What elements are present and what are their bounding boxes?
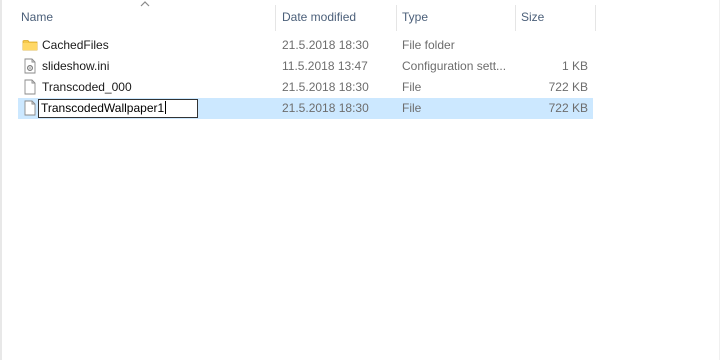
text-caret (165, 101, 167, 114)
settings-file-icon (24, 58, 36, 74)
file-size: 722 KB (548, 101, 588, 115)
file-row-slideshow[interactable]: slideshow.ini 11.5.2018 13:47 Configurat… (18, 56, 593, 77)
column-header-size[interactable]: Size (515, 0, 595, 34)
file-size (518, 35, 588, 56)
file-icon (24, 100, 36, 116)
file-type: Configuration sett... (402, 59, 507, 73)
file-date: 21.5.2018 18:30 (282, 101, 369, 115)
file-row-transcodedwallpaper1[interactable]: TranscodedWallpaper1 21.5.2018 18:30 Fil… (18, 98, 593, 119)
file-date: 21.5.2018 18:30 (282, 38, 369, 52)
column-header-name-label: Name (21, 10, 54, 24)
column-divider[interactable] (595, 5, 596, 31)
file-date: 11.5.2018 13:47 (282, 59, 368, 73)
file-row-transcoded-000[interactable]: Transcoded_000 21.5.2018 18:30 File 722 … (18, 77, 593, 98)
file-icon (24, 79, 36, 95)
file-name: Transcoded_000 (42, 80, 132, 94)
column-header-date-label: Date modified (282, 10, 357, 24)
column-header-type[interactable]: Type (396, 0, 514, 34)
file-name: slideshow.ini (42, 59, 110, 73)
rename-input-text: TranscodedWallpaper1 (41, 101, 165, 115)
column-header-name[interactable]: Name (15, 0, 275, 34)
file-size: 722 KB (548, 80, 588, 94)
file-type: File (402, 101, 422, 115)
column-header-bar: Name Date modified Type Size (0, 0, 720, 34)
file-type: File (402, 80, 422, 94)
folder-icon (22, 40, 38, 51)
rename-input[interactable]: TranscodedWallpaper1 (38, 99, 198, 118)
file-type: File folder (402, 38, 455, 52)
file-date: 21.5.2018 18:30 (282, 80, 369, 94)
column-header-date-modified[interactable]: Date modified (276, 0, 396, 34)
file-name: CachedFiles (42, 38, 109, 52)
file-size: 1 KB (561, 59, 588, 73)
file-row-cachedfiles[interactable]: CachedFiles 21.5.2018 18:30 File folder (18, 35, 593, 56)
pane-left-edge (0, 0, 2, 360)
column-header-size-label: Size (521, 10, 545, 24)
column-header-type-label: Type (402, 10, 429, 24)
